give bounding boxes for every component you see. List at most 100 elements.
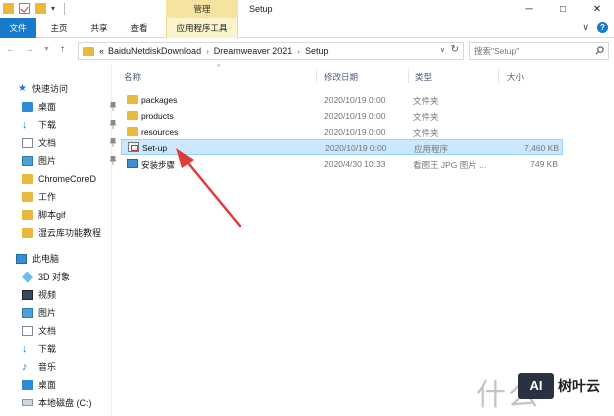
tab-home[interactable]: 主页 (44, 18, 74, 38)
sort-indicator-icon: ^ (217, 64, 221, 71)
search-icon[interactable] (595, 46, 604, 55)
sidebar-item-label: 桌面 (38, 380, 57, 390)
pin-icon[interactable] (110, 156, 116, 165)
sidebar-item-label: 脚本gif (38, 210, 66, 220)
folder-icon (22, 191, 33, 202)
refresh-icon[interactable]: ↻ (451, 44, 459, 55)
navigation-pane: ★ 快速访问 桌面 ↓ 下载 文档 图片 ChromeCoreD 工作 脚本gi… (0, 64, 116, 416)
column-header-type[interactable]: 类型 (415, 71, 432, 83)
new-folder-icon[interactable] (35, 3, 46, 14)
maximize-button[interactable]: □ (546, 0, 580, 18)
expand-ribbon-icon[interactable]: ∨ (582, 22, 589, 33)
breadcrumb-setup[interactable]: Setup (305, 46, 329, 56)
file-type: 看图王 JPG 图片 ... (413, 160, 487, 170)
folder-icon (83, 46, 94, 56)
sidebar-item-label: 下载 (38, 344, 57, 354)
star-icon: ★ (18, 82, 27, 94)
table-row[interactable]: resources 2020/10/19 0:00 文件夹 (121, 124, 563, 140)
navigation-bar: ← → ▼ ↑ « BaiduNetdiskDownload › Dreamwe… (0, 38, 614, 64)
address-dropdown-icon[interactable]: ∨ (440, 46, 445, 54)
sidebar-item-label: 文档 (38, 138, 57, 148)
window-title: Setup (249, 4, 273, 14)
watermark-logo: AI (518, 373, 554, 399)
sidebar-item-label: 此电脑 (32, 254, 60, 264)
sidebar-item-this-pc[interactable]: 此电脑 (16, 250, 128, 267)
table-row[interactable]: products 2020/10/19 0:00 文件夹 (121, 108, 563, 124)
properties-check-icon[interactable] (19, 3, 30, 14)
close-button[interactable]: ✕ (580, 0, 614, 18)
file-date: 2020/10/19 0:00 (324, 127, 386, 137)
breadcrumb-separator[interactable]: › (297, 47, 300, 56)
ribbon-right-controls: ∨ ? (582, 22, 608, 33)
address-bar[interactable]: « BaiduNetdiskDownload › Dreamweaver 202… (78, 42, 464, 60)
pin-icon[interactable] (110, 120, 116, 129)
file-type: 应用程序 (414, 144, 449, 154)
breadcrumb-baidunetdiskdownload[interactable]: BaiduNetdiskDownload (108, 46, 201, 56)
video-icon (22, 289, 33, 300)
computer-icon (16, 253, 27, 264)
back-arrow-icon[interactable]: ← (6, 44, 16, 55)
tab-application-tools[interactable]: 应用程序工具 (166, 18, 238, 38)
3d-cube-icon (21, 270, 34, 283)
folder-icon (127, 127, 138, 136)
folder-icon (127, 95, 138, 104)
search-box[interactable] (469, 42, 609, 60)
sidebar-item-label: 视频 (38, 290, 57, 300)
minimize-button[interactable]: ─ (512, 0, 546, 18)
file-date: 2020/4/30 10:33 (324, 159, 386, 169)
title-bar: ▾ 管理 Setup ─ □ ✕ (0, 0, 614, 18)
sidebar-item-label: 本地磁盘 (C:) (38, 398, 92, 408)
sidebar-item-label: 音乐 (38, 362, 57, 372)
manage-contextual-header: 管理 (166, 0, 238, 18)
file-name: Set-up (142, 143, 168, 153)
table-row[interactable]: 安装步骤 2020/4/30 10:33 看图王 JPG 图片 ... 749 … (121, 156, 563, 172)
desktop-icon (22, 101, 33, 112)
download-arrow-icon: ↓ (22, 342, 28, 355)
breadcrumb-dreamweaver[interactable]: Dreamweaver 2021 (214, 46, 293, 56)
tab-file[interactable]: 文件 (0, 18, 36, 38)
up-arrow-icon[interactable]: ↑ (60, 44, 65, 55)
file-date: 2020/10/19 0:00 (325, 143, 387, 153)
quick-access-toolbar: ▾ (3, 3, 65, 15)
sidebar-item-label: 3D 对象 (38, 272, 71, 282)
pin-icon[interactable] (110, 102, 116, 111)
sidebar-item-label: 图片 (38, 156, 57, 166)
table-row[interactable]: packages 2020/10/19 0:00 文件夹 (121, 92, 563, 108)
sidebar-item-label: 湿云库功能教程 (38, 228, 102, 238)
column-header-date[interactable]: 修改日期 (324, 71, 358, 83)
column-header-name[interactable]: 名称 (124, 71, 141, 83)
file-name: packages (141, 95, 178, 105)
file-name: 安装步骤 (141, 160, 176, 170)
desktop-icon (22, 379, 33, 390)
tab-share[interactable]: 共享 (84, 18, 114, 38)
column-divider[interactable] (408, 69, 409, 83)
sidebar-item-quick-access[interactable]: ★ 快速访问 (18, 80, 130, 97)
forward-arrow-icon[interactable]: → (24, 44, 34, 55)
picture-icon (22, 155, 33, 166)
recent-locations-chevron-icon[interactable]: ▼ (43, 46, 50, 53)
breadcrumb-separator[interactable]: › (206, 47, 209, 56)
column-header-size[interactable]: 大小 (507, 71, 524, 83)
file-size: 7,460 KB (524, 143, 559, 153)
document-icon (22, 137, 33, 148)
column-divider[interactable] (316, 69, 317, 83)
folder-icon[interactable] (3, 3, 14, 14)
sidebar-item-label: 图片 (38, 308, 57, 318)
pin-icon[interactable] (110, 138, 116, 147)
table-row-selected[interactable]: Set-up 2020/10/19 0:00 应用程序 7,460 KB (121, 139, 563, 155)
breadcrumb-overflow[interactable]: « (99, 46, 104, 56)
folder-icon (22, 227, 33, 238)
column-divider[interactable] (498, 69, 499, 83)
tab-view[interactable]: 查看 (124, 18, 154, 38)
customize-toolbar-icon[interactable]: ▾ (51, 3, 59, 14)
file-name: resources (141, 127, 179, 137)
document-icon (22, 325, 33, 336)
file-type: 文件夹 (413, 112, 439, 122)
sidebar-item-label: ChromeCoreD (38, 173, 97, 184)
help-icon[interactable]: ? (597, 22, 608, 33)
search-input[interactable] (474, 45, 592, 57)
sidebar-item-label: 桌面 (38, 102, 57, 112)
sidebar-item-label: 文档 (38, 326, 57, 336)
file-date: 2020/10/19 0:00 (324, 95, 386, 105)
music-note-icon: ♪ (22, 360, 28, 373)
